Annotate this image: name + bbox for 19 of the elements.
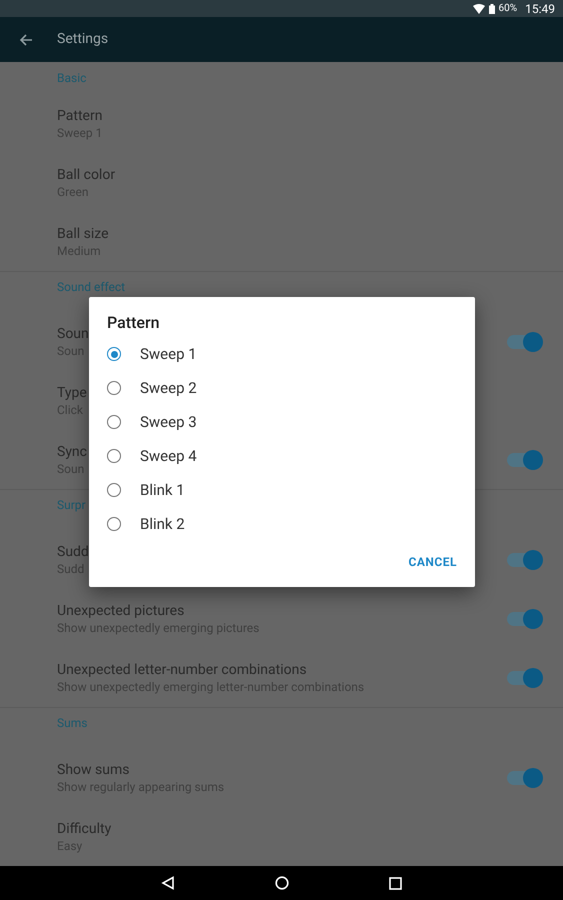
setting-title: Ball color [57,166,116,184]
setting-title: Soun [57,324,89,342]
setting-title: Difficulty [57,820,112,838]
setting-title: Pattern [57,106,102,124]
setting-title: Unexpected letter-number combinations [57,660,307,678]
screen-title: Settings [57,30,108,49]
setting-title: Sync [57,442,87,460]
battery-percent: 60% [498,4,518,14]
setting-title: Unexpected pictures [57,602,184,620]
setting-title: Sudd [57,542,89,560]
section-header: Basic [57,70,88,86]
section-header: Sums [57,715,88,731]
section-header: Surpr [57,497,87,513]
setting-title: Ball size [57,224,109,242]
clock-time: 15:49 [525,2,555,14]
setting-title: Show sums [57,760,130,778]
setting-title: Type [57,384,87,402]
section-header: Sound effect [57,279,126,295]
dialog-title: Pattern [107,313,161,333]
